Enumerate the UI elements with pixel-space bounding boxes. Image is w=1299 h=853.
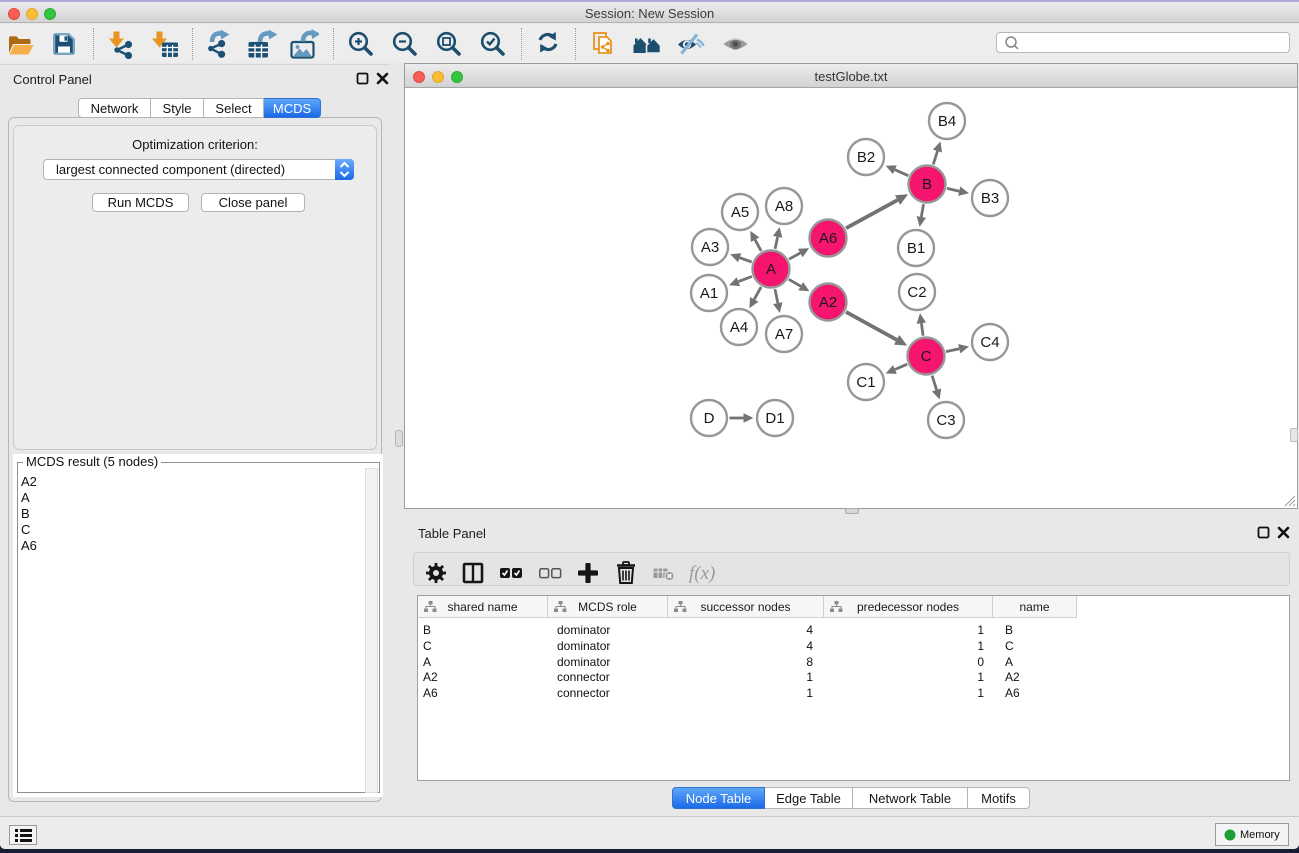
svg-text:A7: A7: [775, 326, 793, 343]
svg-text:A5: A5: [731, 204, 749, 221]
svg-text:f(x): f(x): [689, 563, 715, 584]
svg-text:C: C: [921, 348, 932, 365]
svg-text:B: B: [922, 176, 932, 193]
svg-text:C2: C2: [907, 284, 926, 301]
svg-text:C4: C4: [980, 334, 999, 351]
svg-text:D1: D1: [765, 410, 784, 427]
svg-text:B4: B4: [938, 113, 956, 130]
svg-text:D: D: [704, 410, 715, 427]
svg-text:B2: B2: [857, 149, 875, 166]
svg-text:A2: A2: [819, 294, 837, 311]
svg-text:A1: A1: [700, 285, 718, 302]
svg-text:B3: B3: [981, 190, 999, 207]
svg-text:B1: B1: [907, 240, 925, 257]
svg-text:C3: C3: [936, 412, 955, 429]
svg-text:A8: A8: [775, 198, 793, 215]
svg-text:A3: A3: [701, 239, 719, 256]
svg-text:C1: C1: [856, 374, 875, 391]
svg-text:A6: A6: [819, 230, 837, 247]
svg-text:A4: A4: [730, 319, 748, 336]
svg-text:A: A: [766, 261, 776, 278]
